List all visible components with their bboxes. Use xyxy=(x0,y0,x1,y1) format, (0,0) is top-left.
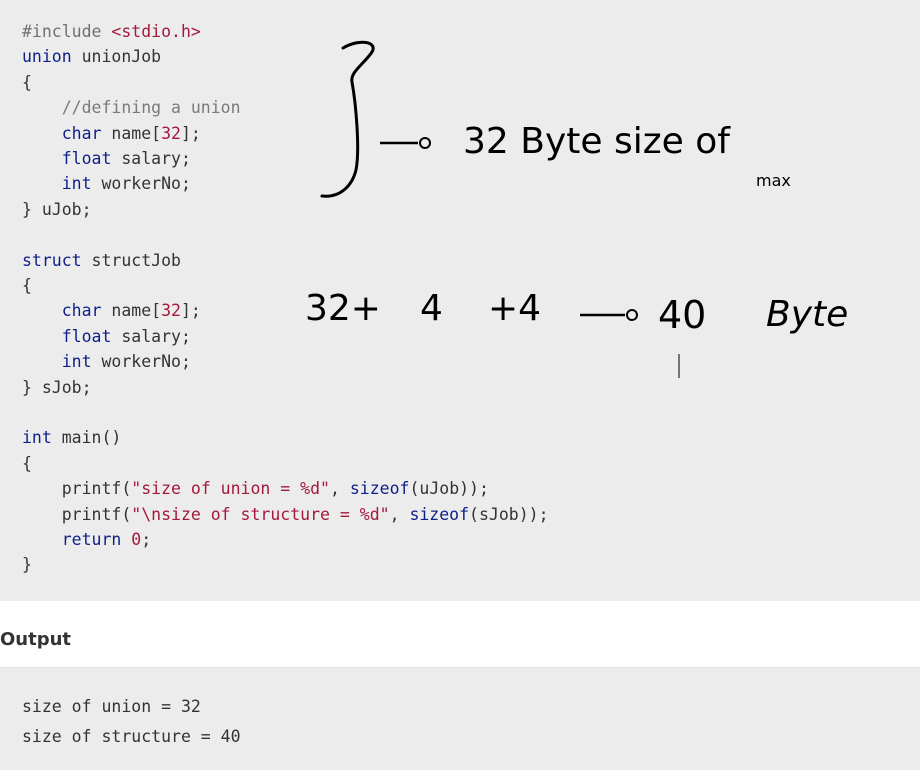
output-heading: Output xyxy=(0,629,72,650)
struct-sum-32: 32+ xyxy=(305,288,381,329)
handwritten-annotations: 32 Byte size of max 32+ 4 +4 40 Byte xyxy=(305,40,848,378)
curly-brace-mark xyxy=(320,40,375,198)
struct-sum-4b: +4 xyxy=(488,288,541,329)
union-arrow-head xyxy=(419,137,431,149)
output-line: size of union = 32 xyxy=(22,697,201,716)
struct-sum-4a: 4 xyxy=(420,288,443,329)
union-size-note: 32 Byte size of xyxy=(463,121,731,162)
struct-sum-result: 40 xyxy=(658,293,706,337)
output-heading-bar xyxy=(0,601,920,668)
output-line: size of structure = 40 xyxy=(22,727,241,746)
output-block: size of union = 32 size of structure = 4… xyxy=(0,668,920,770)
struct-arrow-head xyxy=(626,309,638,321)
union-size-note-sub: max xyxy=(756,171,791,190)
struct-sum-byte: Byte xyxy=(766,294,848,335)
